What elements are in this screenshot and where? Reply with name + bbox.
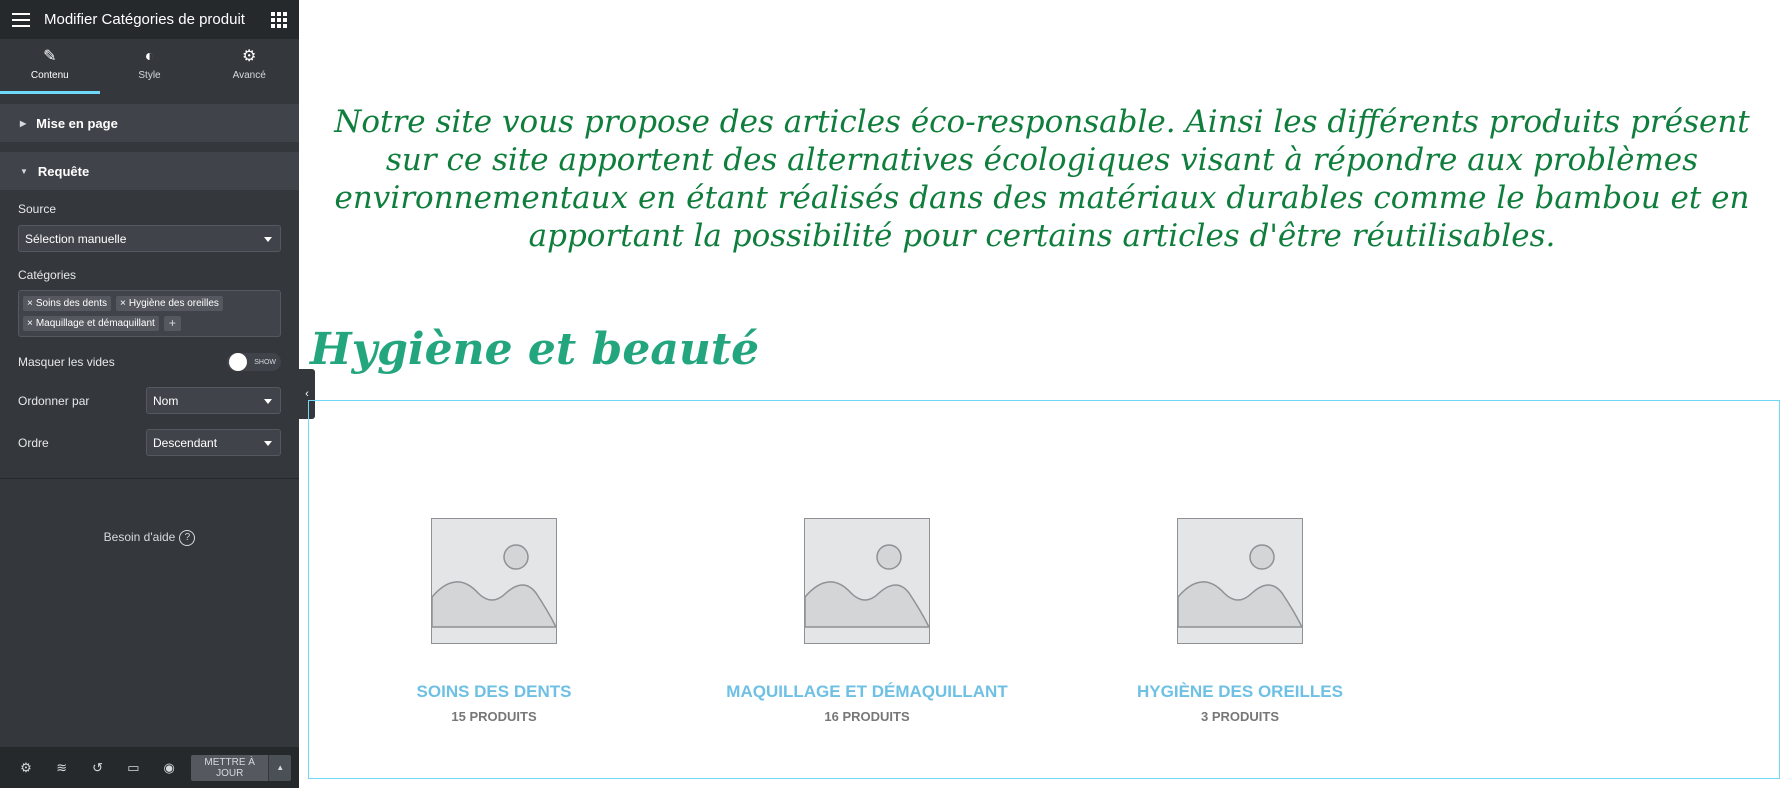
category-count: 16 PRODUITS xyxy=(824,709,910,724)
update-button[interactable]: METTRE À JOUR xyxy=(191,754,269,781)
hide-empty-label: Masquer les vides xyxy=(18,355,115,369)
placeholder-image-icon xyxy=(804,518,930,644)
tab-label: Contenu xyxy=(30,70,69,81)
tab-contenu[interactable]: ✎ Contenu xyxy=(0,39,100,94)
placeholder-image-icon xyxy=(1177,518,1303,644)
order-row: Ordre Descendant xyxy=(18,429,281,456)
section-title: Mise en page xyxy=(36,115,118,131)
settings-icon[interactable]: ⚙ xyxy=(8,760,44,776)
section-requete[interactable]: ▼ Requête xyxy=(0,152,299,190)
help-link[interactable]: Besoin d'aide? xyxy=(0,530,299,546)
order-select[interactable]: Descendant xyxy=(146,429,281,456)
section-heading: Hygiène et beauté xyxy=(310,324,760,375)
query-controls: Source Sélection manuelle Catégories × So… xyxy=(0,190,299,456)
caret-right-icon: ▶ xyxy=(20,118,27,128)
preview-icon[interactable]: ◉ xyxy=(151,760,187,776)
order-label: Ordre xyxy=(18,435,49,450)
section-title: Requête xyxy=(37,163,90,179)
divider xyxy=(0,478,299,479)
hamburger-icon[interactable] xyxy=(12,12,30,27)
tab-style[interactable]: ◐ Style xyxy=(100,39,200,94)
panel-footer: ⚙ ≋ ↺ ▭ ◉ METTRE À JOUR ▲ xyxy=(0,747,299,788)
tab-avance[interactable]: ⚙ Avancé xyxy=(199,39,299,94)
layers-icon[interactable]: ≋ xyxy=(44,760,80,776)
panel-tabs: ✎ Contenu ◐ Style ⚙ Avancé xyxy=(0,39,299,94)
category-name[interactable]: MAQUILLAGE ET DÉMAQUILLANT xyxy=(712,682,1022,702)
section-mise-en-page[interactable]: ▶ Mise en page xyxy=(0,104,299,142)
add-category-button[interactable]: + xyxy=(163,316,181,331)
source-label: Source xyxy=(18,202,57,216)
panel-header: Modifier Catégories de produit xyxy=(0,0,299,39)
remove-tag-icon[interactable]: × xyxy=(27,298,33,309)
category-name[interactable]: HYGIÈNE DES OREILLES xyxy=(1085,682,1395,702)
order-by-label: Ordonner par xyxy=(18,393,90,408)
apps-grid-icon[interactable] xyxy=(271,11,287,28)
category-count: 3 PRODUITS xyxy=(1200,709,1279,724)
pencil-icon: ✎ xyxy=(43,48,57,65)
category-tag[interactable]: × Soins des dents xyxy=(23,296,112,311)
remove-tag-icon[interactable]: × xyxy=(27,318,33,329)
category-card[interactable]: HYGIÈNE DES OREILLES 3 PRODUITS xyxy=(1085,518,1395,724)
order-by-select[interactable]: Nom xyxy=(146,387,281,414)
responsive-icon[interactable]: ▭ xyxy=(115,760,151,776)
tab-label: Style xyxy=(138,70,161,81)
panel-title: Modifier Catégories de produit xyxy=(44,11,245,28)
history-icon[interactable]: ↺ xyxy=(80,760,116,776)
category-name[interactable]: SOINS DES DENTS xyxy=(339,682,649,702)
tab-label: Avancé xyxy=(232,70,266,81)
categories-field[interactable]: × Soins des dents × Hygiène des oreilles ×… xyxy=(18,290,281,337)
category-tag[interactable]: × Hygiène des oreilles xyxy=(116,296,223,311)
category-card[interactable]: MAQUILLAGE ET DÉMAQUILLANT 16 PRODUITS xyxy=(712,518,1022,724)
order-by-row: Ordonner par Nom xyxy=(18,387,281,414)
remove-tag-icon[interactable]: × xyxy=(120,298,126,309)
categories-label: Catégories xyxy=(18,268,77,282)
update-options-button[interactable]: ▲ xyxy=(268,754,292,781)
caret-down-icon: ▼ xyxy=(20,166,28,176)
hide-empty-toggle[interactable]: SHOW xyxy=(227,353,281,371)
toggle-knob xyxy=(229,353,247,371)
category-card[interactable]: SOINS DES DENTS 15 PRODUITS xyxy=(339,518,649,724)
editor-panel: Modifier Catégories de produit ✎ Contenu… xyxy=(0,0,299,788)
source-value: Sélection manuelle xyxy=(25,231,127,246)
intro-text: Notre site vous propose des articles éco… xyxy=(334,104,1750,254)
product-categories-widget[interactable]: SOINS DES DENTS 15 PRODUITS MAQUILLAGE E… xyxy=(308,400,1780,779)
placeholder-image-icon xyxy=(431,518,557,644)
hide-empty-row: Masquer les vides SHOW xyxy=(18,353,281,371)
category-tag[interactable]: × Maquillage et démaquillant xyxy=(23,316,159,331)
category-count: 15 PRODUITS xyxy=(451,709,537,724)
question-icon: ? xyxy=(179,530,196,546)
contrast-icon: ◐ xyxy=(144,48,155,65)
source-select[interactable]: Sélection manuelle xyxy=(18,225,281,252)
gear-icon: ⚙ xyxy=(242,48,257,65)
